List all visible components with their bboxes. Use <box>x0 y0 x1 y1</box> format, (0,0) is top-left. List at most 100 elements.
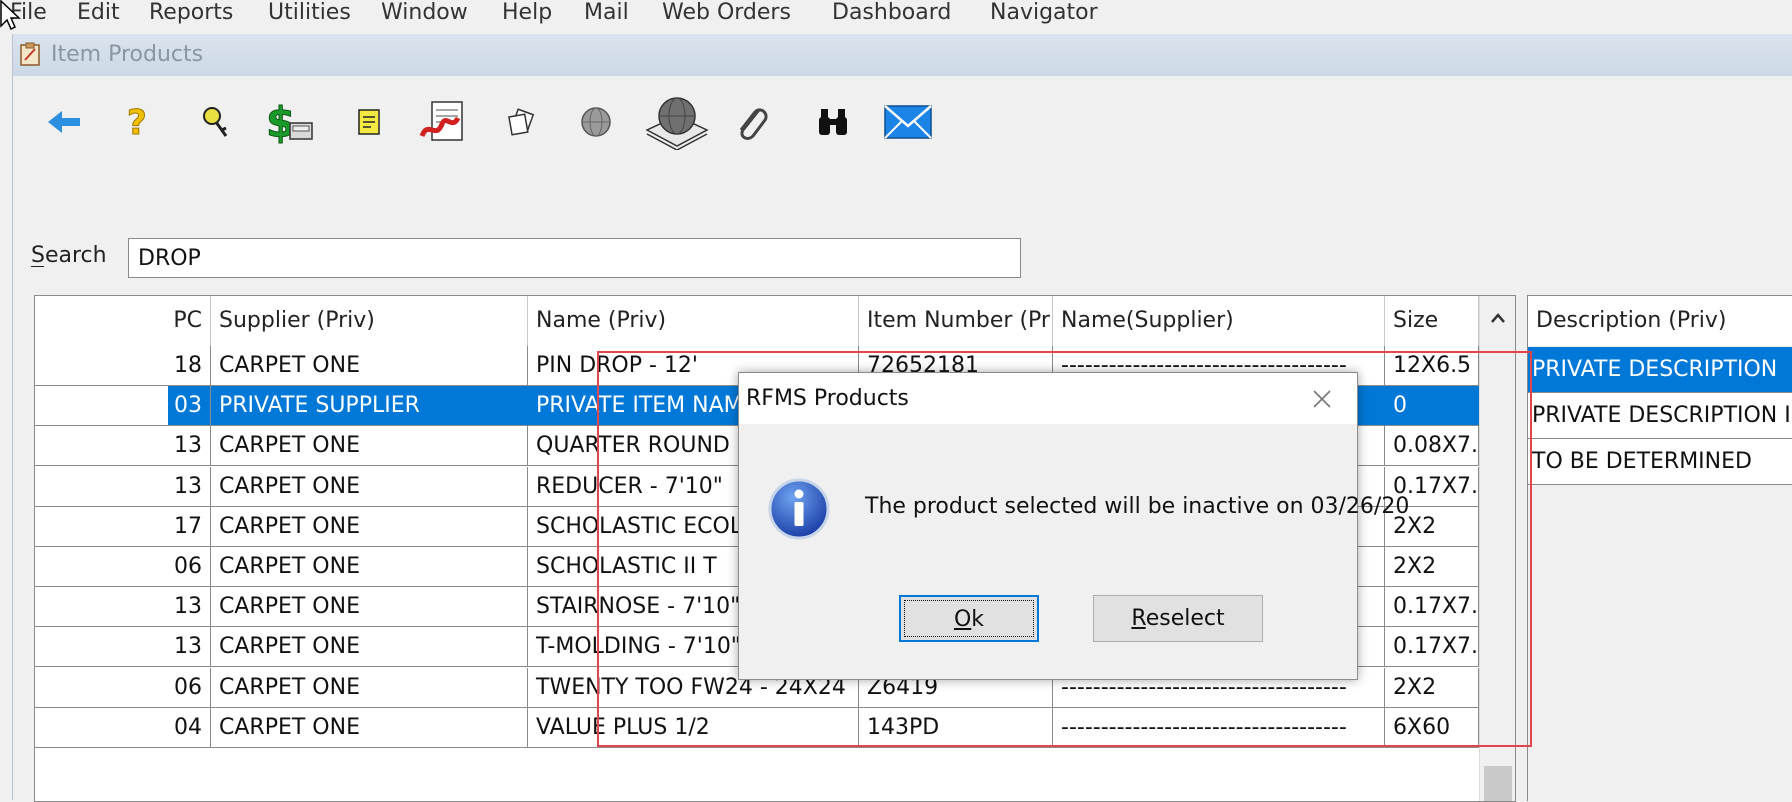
email-button[interactable] <box>883 96 933 148</box>
cell-pc: 13 <box>35 627 211 668</box>
dialog-titlebar: RFMS Products <box>739 373 1357 424</box>
cell-size: 12X6.5 <box>1385 346 1479 386</box>
pricing-dollar-icon: $ <box>266 99 313 145</box>
globe-button[interactable] <box>571 96 621 148</box>
cell-pc: 17 <box>35 506 211 547</box>
menu-help[interactable]: Help <box>502 0 552 26</box>
cell-supplier: CARPET ONE <box>211 587 528 628</box>
ok-button[interactable]: Ok <box>899 595 1039 642</box>
menu-edit[interactable]: Edit <box>77 0 120 26</box>
email-envelope-icon <box>884 105 932 139</box>
menu-web-orders[interactable]: Web Orders <box>662 0 791 26</box>
clipboard-icon <box>20 42 40 66</box>
cell-pc: 06 <box>35 547 211 587</box>
attachment-button[interactable] <box>726 96 776 148</box>
cell-size: 0 <box>1385 386 1479 427</box>
window-title: Item Products <box>51 42 204 67</box>
help-question-icon: ? <box>127 103 148 143</box>
menu-bar: File Edit Reports Utilities Window Help … <box>0 0 1792 28</box>
pricing-button[interactable]: $ <box>264 96 314 148</box>
scroll-up-button[interactable] <box>1480 296 1515 340</box>
cell-supplier: PRIVATE SUPPLIER <box>211 386 528 427</box>
cell-supplier: CARPET ONE <box>211 426 528 467</box>
web-button[interactable] <box>643 96 711 150</box>
key-icon <box>203 107 228 137</box>
cell-pc: 18 <box>35 346 211 386</box>
column-header-name[interactable]: Name (Priv) <box>528 296 859 346</box>
web-globe-icon <box>645 97 709 150</box>
pdf-button[interactable] <box>418 96 468 148</box>
search-input[interactable] <box>128 238 1021 278</box>
reselect-button[interactable]: Reselect <box>1093 595 1263 642</box>
menu-navigator[interactable]: Navigator <box>990 0 1098 26</box>
back-arrow-icon <box>48 111 80 133</box>
grid-vertical-scrollbar[interactable] <box>1479 296 1515 801</box>
cell-size: 2X2 <box>1385 547 1479 587</box>
cell-pc: 03 <box>35 386 211 427</box>
key-button[interactable] <box>191 96 241 148</box>
close-icon <box>1313 390 1331 408</box>
find-button[interactable] <box>808 96 858 148</box>
description-row[interactable]: PRIVATE DESCRIPTION <box>1528 347 1792 393</box>
menu-reports[interactable]: Reports <box>149 0 233 26</box>
cell-item-number: 143PD <box>859 707 1053 748</box>
column-header-pc[interactable]: PC <box>35 296 211 346</box>
cell-supplier: CARPET ONE <box>211 506 528 547</box>
help-button[interactable]: ? <box>113 96 163 148</box>
copy-icon <box>508 108 535 136</box>
note-button[interactable] <box>344 96 394 148</box>
dialog-message: The product selected will be inactive on… <box>865 494 1410 519</box>
binoculars-icon <box>819 109 847 135</box>
menu-window[interactable]: Window <box>381 0 468 26</box>
window-titlebar: Item Products <box>13 34 1792 76</box>
menu-utilities[interactable]: Utilities <box>268 0 351 26</box>
copy-button[interactable] <box>496 96 546 148</box>
cell-name: VALUE PLUS 1/2 <box>528 707 859 748</box>
back-button[interactable] <box>39 96 89 148</box>
cell-size: 0.17X7.8 <box>1385 627 1479 668</box>
cell-supplier-name: ------------------------------------ <box>1053 707 1385 748</box>
dialog-title: RFMS Products <box>746 386 909 411</box>
column-header-item-number[interactable]: Item Number (Pr <box>859 296 1053 346</box>
menu-mail[interactable]: Mail <box>584 0 629 26</box>
column-header-supplier[interactable]: Supplier (Priv) <box>211 296 528 346</box>
cell-supplier: CARPET ONE <box>211 547 528 587</box>
cell-size: 0.17X7.8 <box>1385 587 1479 628</box>
cell-size: 0.08X7.8 <box>1385 426 1479 467</box>
cell-size: 2X2 <box>1385 667 1479 708</box>
column-header-supplier-name[interactable]: Name(Supplier) <box>1053 296 1385 346</box>
description-header[interactable]: Description (Priv) <box>1528 296 1792 346</box>
info-icon <box>768 478 830 540</box>
rfms-products-dialog: RFMS Products The product selected will … <box>738 372 1409 680</box>
dialog-close-button[interactable] <box>1305 382 1339 416</box>
svg-text:?: ? <box>127 103 147 142</box>
search-label: Search <box>31 243 107 268</box>
description-pane: Description (Priv) PRIVATE DESCRIPTION P… <box>1527 295 1792 801</box>
menu-dashboard[interactable]: Dashboard <box>832 0 951 26</box>
note-icon <box>358 109 380 135</box>
mouse-cursor-icon <box>0 0 21 30</box>
cell-pc: 06 <box>35 667 211 708</box>
description-row[interactable]: PRIVATE DESCRIPTION INFO <box>1528 393 1792 439</box>
ok-button-label: Ok <box>904 600 1034 637</box>
cell-supplier: CARPET ONE <box>211 466 528 507</box>
chevron-up-icon <box>1491 313 1505 323</box>
cell-supplier: CARPET ONE <box>211 667 528 708</box>
scroll-thumb[interactable] <box>1484 766 1512 801</box>
pdf-document-icon <box>419 101 463 141</box>
cell-supplier: CARPET ONE <box>211 627 528 668</box>
attachment-paperclip-icon <box>739 108 768 140</box>
description-row[interactable]: TO BE DETERMINED <box>1528 439 1792 485</box>
column-header-size[interactable]: Size <box>1385 296 1479 346</box>
reselect-button-label: Reselect <box>1131 606 1225 631</box>
table-row[interactable]: 04 CARPET ONE VALUE PLUS 1/2 143PD ---------… <box>35 707 1479 748</box>
cell-pc: 13 <box>35 426 211 467</box>
cell-pc: 04 <box>35 707 211 748</box>
cell-supplier: CARPET ONE <box>211 707 528 748</box>
cell-size: 6X60 <box>1385 707 1479 748</box>
cell-pc: 13 <box>35 587 211 628</box>
globe-small-icon <box>581 107 611 137</box>
search-accelerator-underline <box>31 266 44 267</box>
cell-pc: 13 <box>35 466 211 507</box>
cell-supplier: CARPET ONE <box>211 346 528 386</box>
